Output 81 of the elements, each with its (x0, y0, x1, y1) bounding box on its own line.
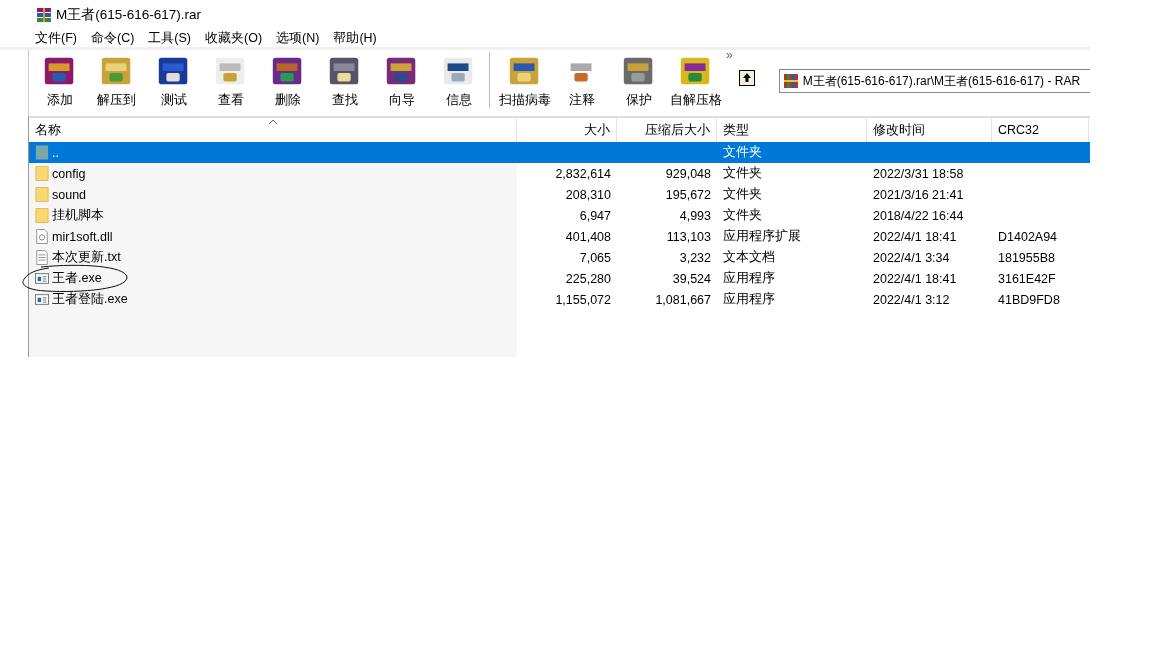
toolbar-button[interactable]: 解压到 (88, 50, 145, 112)
menu-item[interactable]: 收藏夹(O) (205, 30, 263, 47)
toolbar-button[interactable]: 自解压格 (667, 50, 724, 112)
file-row[interactable]: 王者.exe 225,280 39,524 应用程序 2022/4/1 18:41 3161E42F (29, 268, 1090, 289)
menu-item[interactable]: 命令(C) (90, 30, 135, 47)
menu-item[interactable]: 帮助(H) (333, 30, 377, 47)
table-cell: 文件夹 (723, 207, 762, 224)
toolbar-button[interactable]: 测试 (145, 50, 202, 112)
table-cell: 文本文档 (723, 249, 775, 266)
table-cell: 929,048 (665, 166, 711, 181)
table-cell: 208,310 (565, 187, 611, 202)
folder-icon (35, 186, 49, 203)
more-chevron[interactable]: » (726, 48, 733, 62)
table-cell: 181955B8 (998, 250, 1055, 265)
table-cell: 应用程序 (723, 270, 775, 287)
table-cell: 3,232 (679, 250, 711, 265)
toolbar-button[interactable]: 查找 (316, 50, 373, 112)
file-name: 王者.exe (52, 270, 102, 287)
file-name: 挂机脚本 (52, 207, 104, 224)
file-row[interactable]: 挂机脚本 6,947 4,993 文件夹 2018/4/22 16:44 (29, 205, 1090, 226)
table-cell: 2,832,614 (555, 166, 611, 181)
window-title: M王者(615-616-617).rar (56, 6, 202, 24)
table-cell: 2022/4/1 18:41 (873, 271, 957, 286)
file-row[interactable]: sound 208,310 195,672 文件夹 2021/3/16 21:41 (29, 184, 1090, 205)
toolbar-button[interactable]: 注释 (553, 50, 610, 112)
folder-icon (35, 207, 49, 224)
address-field[interactable]: M王者(615-616-617).rar\M王者(615-616-617) - RAR (778, 69, 1090, 93)
table-cell: 2021/3/16 21:41 (873, 187, 964, 202)
table-cell: 1,155,072 (555, 292, 611, 307)
table-cell: 7,065 (579, 250, 611, 265)
table-cell: 2022/3/31 18:58 (873, 166, 964, 181)
table-cell: D1402A94 (998, 229, 1058, 244)
menu-item[interactable]: 工具(S) (148, 30, 191, 47)
table-cell: 39,524 (672, 271, 711, 286)
archive-icon (36, 7, 52, 23)
folder-icon (35, 165, 49, 182)
gear-file-icon (35, 228, 49, 245)
table-cell: 文件夹 (723, 186, 762, 203)
table-cell: 应用程序扩展 (723, 228, 801, 245)
table-cell: 文件夹 (723, 144, 762, 161)
table-cell: 2022/4/1 3:34 (873, 250, 950, 265)
file-name: config (52, 166, 86, 181)
toolbar-button[interactable]: 保护 (610, 50, 667, 112)
text-file-icon (35, 249, 49, 266)
menu-item[interactable]: 文件(F) (35, 30, 77, 47)
archive-icon (782, 73, 799, 89)
toolbar-button[interactable]: 向导 (373, 50, 430, 112)
menu-item[interactable]: 选项(N) (276, 30, 320, 47)
window-app-icon (35, 270, 49, 287)
table-cell: 文件夹 (723, 165, 762, 182)
toolbar-button[interactable]: 信息 (430, 50, 487, 112)
window-app-icon (35, 291, 49, 308)
file-name: .. (52, 145, 59, 160)
table-cell: 225,280 (565, 271, 611, 286)
table-cell: 3161E42F (998, 271, 1056, 286)
table-cell: 2022/4/1 3:12 (873, 292, 950, 307)
toolbar-button[interactable]: 删除 (259, 50, 316, 112)
file-name: sound (52, 187, 87, 202)
table-cell: 113,103 (666, 229, 711, 244)
file-row[interactable]: mir1soft.dll 401,408 113,103 应用程序扩展 2022/4/1 18:41 D1402A94 (29, 226, 1090, 247)
file-row[interactable]: 王者登陆.exe 1,155,072 1,081,667 应用程序 2022/4/1 3:12 41BD9FD8 (29, 289, 1090, 310)
toolbar-button[interactable]: 添加 (31, 50, 88, 112)
table-cell: 4,993 (679, 208, 711, 223)
table-cell: 401,408 (565, 229, 611, 244)
file-row[interactable]: 本次更新.txt 7,065 3,232 文本文档 2022/4/1 3:34 181955B8 (29, 247, 1090, 268)
table-cell: 1,081,667 (655, 292, 711, 307)
table-cell: 应用程序 (723, 291, 775, 308)
file-row[interactable]: config 2,832,614 929,048 文件夹 2022/3/31 18:58 (29, 163, 1090, 184)
table-cell: 195,672 (665, 187, 711, 202)
file-row[interactable]: .. 文件夹 (29, 142, 1090, 163)
toolbar-button[interactable]: 扫描病毒 (496, 50, 553, 112)
parent-folder-icon (35, 144, 49, 161)
table-cell: 2022/4/1 18:41 (873, 229, 957, 244)
toolbar-button[interactable]: 查看 (202, 50, 259, 112)
file-name: 本次更新.txt (52, 249, 121, 266)
table-cell: 41BD9FD8 (998, 292, 1060, 307)
file-name: mir1soft.dll (52, 229, 113, 244)
table-cell: 2018/4/22 16:44 (873, 208, 964, 223)
table-cell: 6,947 (579, 208, 611, 223)
file-name: 王者登陆.exe (52, 291, 128, 308)
up-button[interactable] (738, 70, 757, 88)
